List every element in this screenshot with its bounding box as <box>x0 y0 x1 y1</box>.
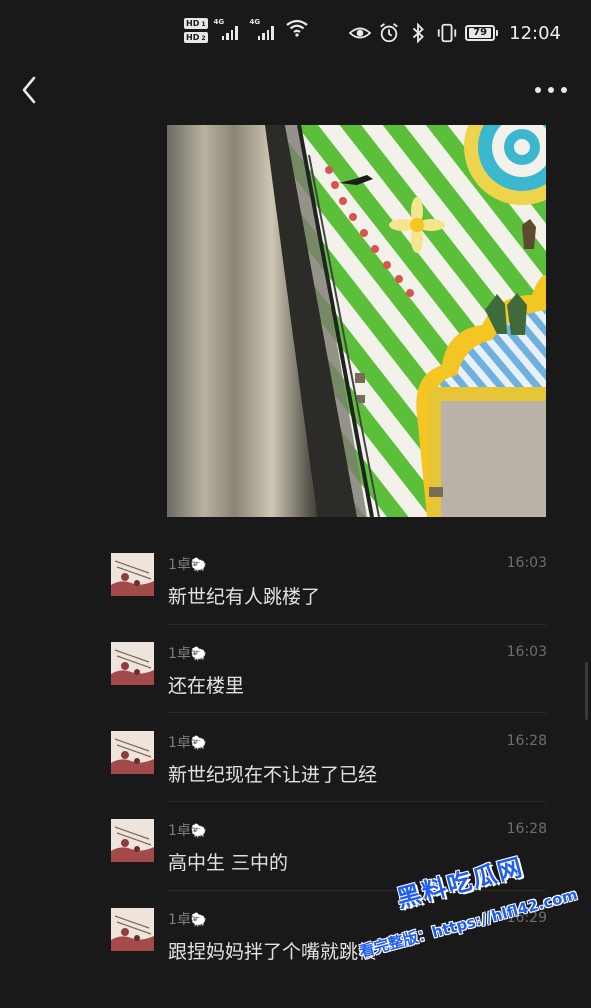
more-dots-icon[interactable] <box>535 80 567 100</box>
message-item[interactable]: 1卓🐑 16:28 新世纪现在不让进了已经 <box>0 722 591 810</box>
avatar[interactable] <box>111 553 154 596</box>
message-text: 还在楼里 <box>168 675 245 697</box>
chat-image[interactable] <box>167 125 546 517</box>
scrollbar[interactable] <box>585 662 588 720</box>
hd-badge-1: HD 1 <box>184 18 208 29</box>
message-text: 新世纪现在不让进了已经 <box>168 764 378 786</box>
avatar[interactable] <box>111 642 154 685</box>
sender-name: 1卓🐑 <box>168 735 208 751</box>
avatar[interactable] <box>111 731 154 774</box>
chevron-left-icon[interactable] <box>16 72 44 108</box>
status-bar: HD 1 HD 2 4G 4G 79 12:04 <box>0 0 591 64</box>
hd-badge-2: HD 2 <box>184 32 208 43</box>
avatar[interactable] <box>111 908 154 951</box>
status-clock: 12:04 <box>509 22 561 44</box>
sender-name: 1卓🐑 <box>168 557 208 573</box>
network-type-1: 4G <box>213 18 225 26</box>
alarm-icon <box>380 23 398 43</box>
hd-indicators: HD 1 HD 2 <box>184 18 208 43</box>
battery-indicator: 79 <box>465 25 499 41</box>
battery-level: 79 <box>469 28 492 38</box>
message-time: 16:03 <box>506 644 547 660</box>
message-time: 16:28 <box>506 733 547 749</box>
message-text: 跟捏妈妈拌了个嘴就跳楼 <box>168 941 378 963</box>
sender-name: 1卓🐑 <box>168 646 208 662</box>
message-item[interactable]: 1卓🐑 16:03 还在楼里 <box>0 633 591 721</box>
message-time: 16:28 <box>506 821 547 837</box>
bluetooth-icon <box>412 22 425 44</box>
wifi-icon <box>285 19 308 37</box>
message-item[interactable]: 1卓🐑 16:29 跟捏妈妈拌了个嘴就跳楼 <box>0 899 591 987</box>
message-text: 高中生 三中的 <box>168 852 289 874</box>
chat-screen: HD 1 HD 2 4G 4G 79 12:04 1卓🐑 16:03 新世纪有人… <box>0 0 591 1008</box>
message-text: 新世纪有人跳楼了 <box>168 586 321 608</box>
message-time: 16:03 <box>506 555 547 571</box>
eye-icon <box>349 27 372 39</box>
divider <box>168 801 546 802</box>
divider <box>168 624 546 625</box>
message-item[interactable]: 1卓🐑 16:28 高中生 三中的 <box>0 810 591 898</box>
message-time: 16:29 <box>506 910 547 926</box>
divider <box>168 712 546 713</box>
status-right: 79 12:04 <box>349 20 561 46</box>
vibrate-icon <box>437 23 457 43</box>
sender-name: 1卓🐑 <box>168 823 208 839</box>
message-item[interactable]: 1卓🐑 16:03 新世纪有人跳楼了 <box>0 544 591 632</box>
status-left: HD 1 HD 2 4G 4G <box>184 18 308 50</box>
signal-icon-sim1: 4G <box>214 18 244 42</box>
divider <box>168 890 546 891</box>
network-type-2: 4G <box>249 18 261 26</box>
sender-name: 1卓🐑 <box>168 912 208 928</box>
signal-icon-sim2: 4G <box>250 18 280 42</box>
avatar[interactable] <box>111 819 154 862</box>
